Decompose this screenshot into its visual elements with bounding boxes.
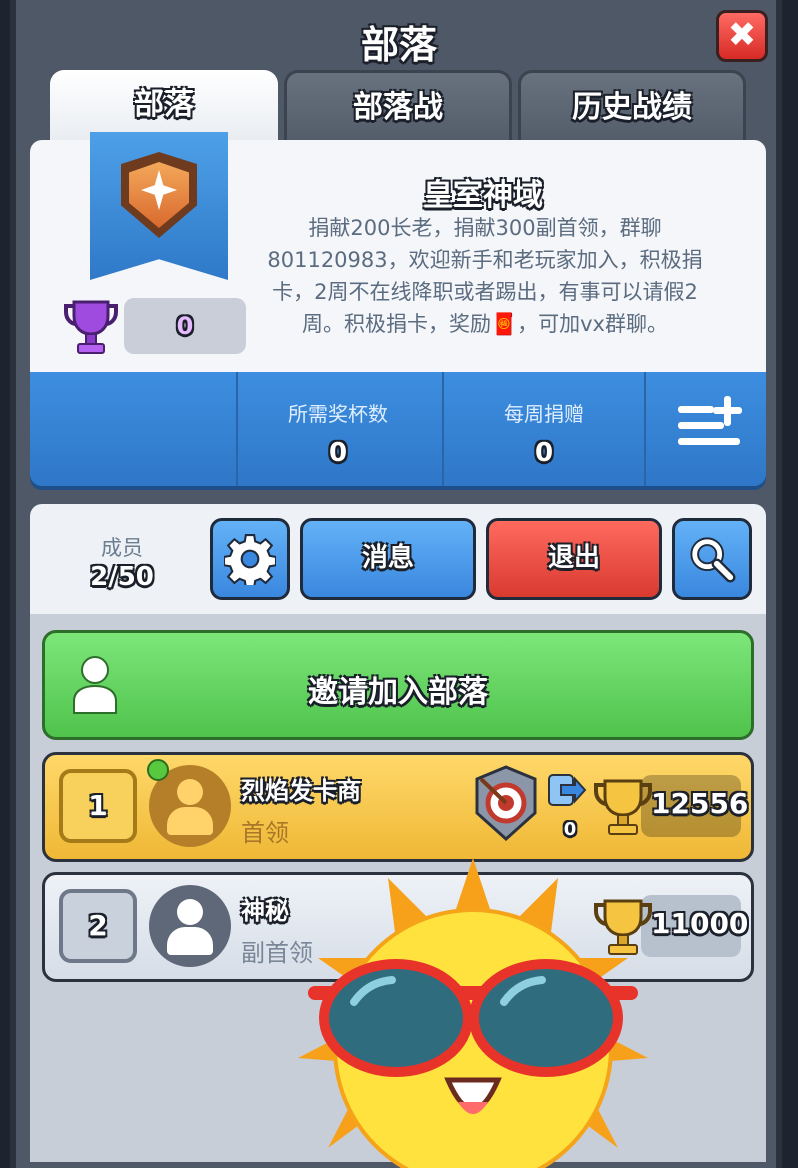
clan-trophy-value: 0	[176, 312, 194, 340]
donation-card-icon	[548, 774, 587, 806]
gold-trophy-icon	[594, 779, 652, 835]
search-button[interactable]	[672, 518, 752, 600]
avatar-body	[167, 927, 213, 955]
search-icon	[690, 537, 736, 583]
members-label: 成员	[101, 536, 143, 560]
clan-settings-button[interactable]	[210, 518, 290, 600]
weekly-donations-label: 每周捐赠	[504, 402, 584, 426]
message-button[interactable]: 消息	[300, 518, 476, 600]
trophy-count: 11000	[651, 907, 749, 940]
stats-divider	[442, 372, 444, 486]
online-indicator	[147, 759, 169, 781]
clan-trophy-box: 0	[124, 298, 246, 354]
tab-war-history[interactable]: 历史战绩	[518, 70, 746, 140]
required-trophies-label: 所需奖杯数	[288, 402, 388, 426]
member-name: 烈焰发卡商	[241, 777, 361, 805]
purple-trophy-icon	[64, 300, 118, 354]
clan-name: 皇室神域	[423, 178, 543, 213]
member-row[interactable]: 1 烈焰发卡商 首领 0 12556	[42, 752, 754, 862]
gear-icon	[222, 534, 278, 589]
required-trophies-value: 0	[328, 438, 348, 468]
avatar	[149, 885, 231, 967]
page-title: 部落	[360, 23, 437, 67]
stats-divider	[236, 372, 238, 486]
tab-clan[interactable]: 部落	[50, 70, 278, 140]
clan-description: 捐献200长老，捐献300副首领，群聊801120983，欢迎新手和老玩家加入，…	[267, 216, 703, 336]
close-button[interactable]: ✖	[716, 10, 768, 62]
weekly-donations-value: 0	[534, 438, 554, 468]
member-role: 首领	[241, 819, 289, 847]
avatar-head	[177, 899, 203, 925]
avatar-body	[167, 807, 213, 835]
leave-button[interactable]: 退出	[486, 518, 662, 600]
rank-badge: 2	[59, 889, 137, 963]
invite-button[interactable]: 邀请加入部落	[42, 630, 754, 740]
stats-divider	[644, 372, 646, 486]
tab-clan-war[interactable]: 部落战	[284, 70, 512, 140]
invite-label: 邀请加入部落	[308, 675, 488, 710]
rank-badge: 1	[59, 769, 137, 843]
member-name: 神秘	[241, 897, 289, 925]
avatar-head	[177, 779, 203, 805]
sun-sticker-icon	[298, 858, 648, 1168]
clan-list-menu-icon[interactable]	[676, 396, 742, 452]
trophy-count: 12556	[651, 787, 749, 820]
target-badge-icon	[475, 765, 537, 841]
members-count: 2/50	[90, 562, 154, 592]
clan-stats-bar	[30, 372, 766, 486]
donation-count: 0	[563, 819, 577, 840]
